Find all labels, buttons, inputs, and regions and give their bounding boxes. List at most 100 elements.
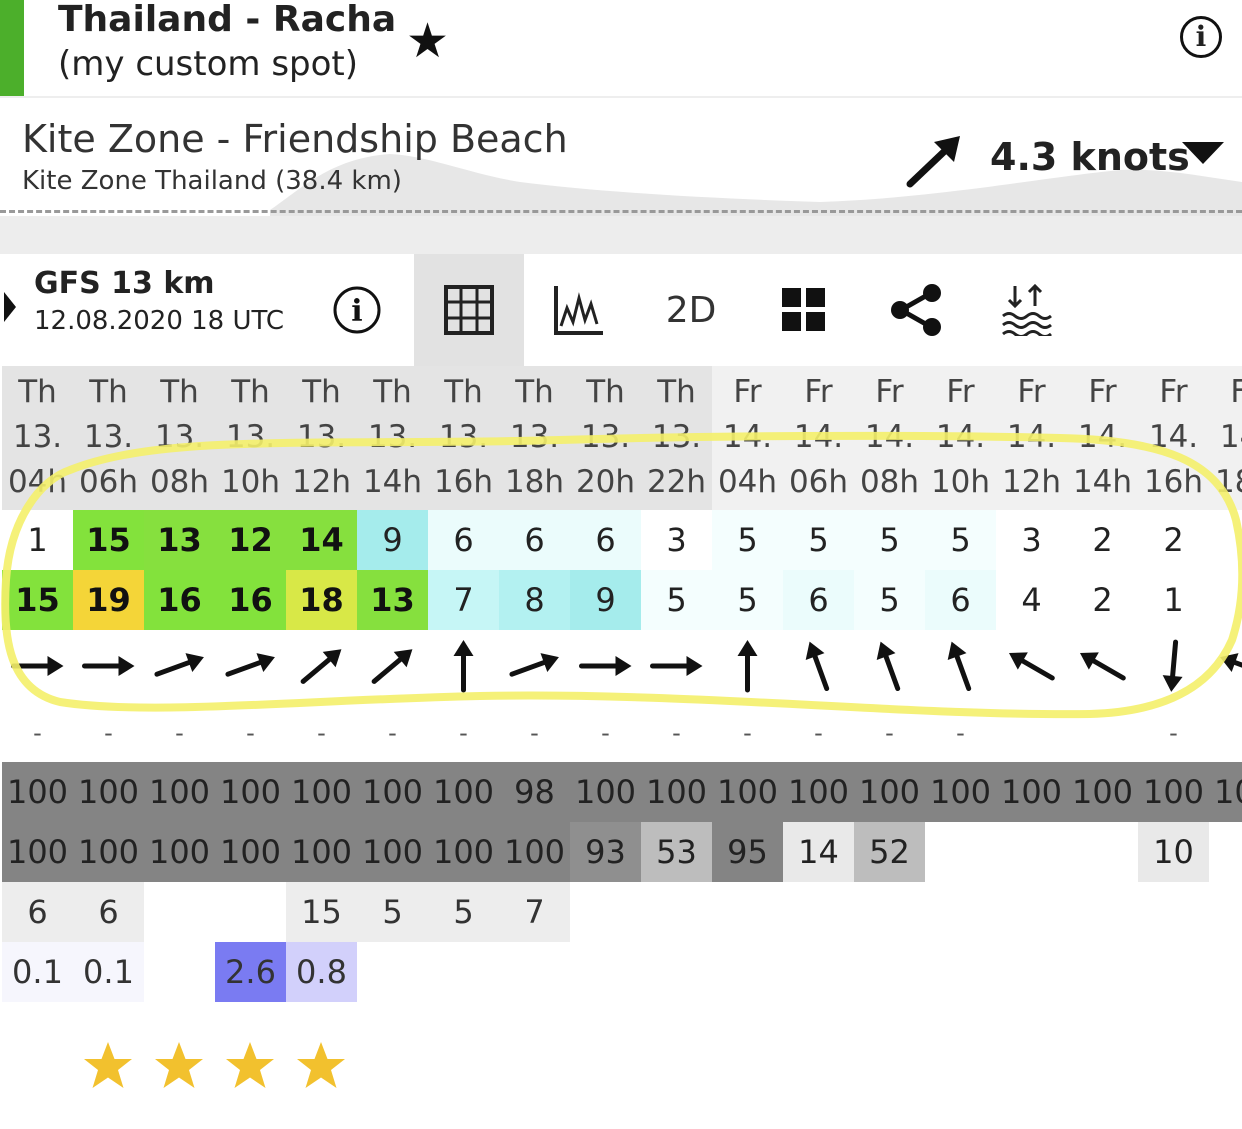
- time-header-hour: 18h: [1214, 464, 1242, 500]
- wind-direction-cell: [996, 630, 1067, 702]
- wind-gust-cell: 4: [996, 570, 1067, 630]
- time-header-date: 14.: [1006, 419, 1057, 455]
- cloud-cover-high-cell: 100: [783, 762, 854, 822]
- cloud-cover-high-cell: 100: [641, 762, 712, 822]
- time-header: Fr 14. 08h: [854, 366, 925, 510]
- wind-direction-cell: [1067, 630, 1138, 702]
- wind-arrow-icon: [1162, 639, 1183, 692]
- cloud-cover-low-cell: 100: [144, 822, 215, 882]
- svg-text:i: i: [351, 294, 362, 329]
- time-header: Fr 14. 18h: [1209, 366, 1242, 510]
- value-cell: [641, 882, 712, 942]
- precipitation-cell: [854, 942, 925, 1002]
- line-chart-icon: [554, 286, 603, 335]
- wind-gust-cell: 8: [499, 570, 570, 630]
- share-button[interactable]: [886, 254, 946, 366]
- time-header-date: 13.: [83, 419, 134, 455]
- time-header-date: 13.: [12, 419, 63, 455]
- cloud-cover-high-cell: 100: [712, 762, 783, 822]
- value-cell: 7: [499, 882, 570, 942]
- tides-button[interactable]: [996, 254, 1056, 366]
- header-accent-bar: [0, 0, 24, 96]
- cloud-cover-high-cell: 100: [2, 762, 73, 822]
- wind-arrow-icon: [82, 656, 135, 676]
- tiles-icon: [782, 288, 825, 331]
- favorite-star-icon[interactable]: ★: [406, 14, 449, 68]
- wind-direction-cell: [712, 630, 783, 702]
- cloud-cover-high-cell: 100: [428, 762, 499, 822]
- time-header-hour: 14h: [362, 464, 423, 500]
- spot-name: Kite Zone - Friendship Beach: [22, 117, 568, 161]
- wind-arrow-icon: [11, 656, 64, 676]
- model-name[interactable]: GFS 13 km: [34, 264, 215, 304]
- cloud-cover-low-cell: 100: [357, 822, 428, 882]
- time-header: Th 13. 08h: [144, 366, 215, 510]
- wind-speed-cell: 6: [428, 510, 499, 570]
- wind-direction-cell: [357, 630, 428, 702]
- star-icon: [297, 1042, 345, 1088]
- tiles-view-button[interactable]: [776, 254, 832, 366]
- graph-view-button[interactable]: [546, 254, 612, 366]
- forecast-table: Th 13. 04h 1 15-100 100 6 0.1 Th 13. 06h 15 19-100 10…: [0, 366, 1242, 1006]
- model-info-button[interactable]: i: [326, 254, 388, 366]
- time-header-day: Fr: [1230, 374, 1242, 410]
- star-icon: [84, 1042, 132, 1088]
- caret-right-icon[interactable]: [4, 292, 16, 322]
- chevron-down-icon[interactable]: [1182, 142, 1224, 164]
- wind-speed-cell: 5: [783, 510, 854, 570]
- wind-speed-cell: 5: [925, 510, 996, 570]
- wind-arrow-icon: [650, 656, 703, 676]
- page-subtitle: (my custom spot): [58, 44, 359, 84]
- time-header-day: Fr: [946, 374, 975, 410]
- time-header-hour: 12h: [291, 464, 352, 500]
- table-view-button[interactable]: [414, 254, 524, 366]
- wind-speed-cell: [1209, 510, 1242, 570]
- time-header-date: 14.: [1077, 419, 1128, 455]
- wind-arrow-icon: [225, 653, 275, 677]
- time-header-date: 14.: [722, 419, 773, 455]
- view-2d-label: 2D: [665, 289, 717, 331]
- wind-arrow-icon: [453, 640, 474, 693]
- time-header-hour: 16h: [433, 464, 494, 500]
- cloud-cover-high-cell: 100: [1209, 762, 1242, 822]
- cloud-cover-low-cell: 100: [73, 822, 144, 882]
- info-icon: i: [333, 286, 381, 334]
- time-header: Fr 14. 12h: [996, 366, 1067, 510]
- time-header-hour: 08h: [149, 464, 210, 500]
- wind-direction-cell: [215, 630, 286, 702]
- wind-gust-cell: 9: [570, 570, 641, 630]
- cloud-cover-low-cell: 52: [854, 822, 925, 882]
- info-icon[interactable]: i: [1180, 16, 1222, 58]
- time-header: Th 13. 10h: [215, 366, 286, 510]
- time-header: Fr 14. 06h: [783, 366, 854, 510]
- wind-direction-cell: [286, 630, 357, 702]
- star-icon: [155, 1042, 203, 1088]
- precipitation-cell: 0.1: [73, 942, 144, 1002]
- wind-direction-cell: [1138, 630, 1209, 702]
- placeholder-dash: -: [743, 719, 752, 747]
- time-header-hour: 06h: [78, 464, 139, 500]
- time-header-hour: 04h: [717, 464, 778, 500]
- placeholder-dash: [1209, 718, 1242, 748]
- wind-gust-cell: 16: [144, 570, 215, 630]
- wind-gust-cell: 15: [2, 570, 73, 630]
- cloud-cover-high-cell: 100: [357, 762, 428, 822]
- precipitation-cell: [357, 942, 428, 1002]
- time-header: Th 13. 18h: [499, 366, 570, 510]
- value-cell: [570, 882, 641, 942]
- time-header-day: Th: [160, 374, 199, 410]
- time-header-hour: 08h: [859, 464, 920, 500]
- time-header-hour: 16h: [1143, 464, 1204, 500]
- wind-gust-cell: 19: [73, 570, 144, 630]
- cloud-cover-low-cell: 14: [783, 822, 854, 882]
- model-run-date: 12.08.2020 18 UTC: [34, 306, 285, 336]
- cloud-cover-low-cell: [996, 822, 1067, 882]
- placeholder-dash: -: [459, 719, 468, 747]
- time-header-hour: 22h: [646, 464, 707, 500]
- wind-gust-cell: 5: [854, 570, 925, 630]
- time-header-date: 13.: [509, 419, 560, 455]
- view-2d-button[interactable]: 2D: [656, 254, 726, 366]
- wind-speed-cell: 6: [499, 510, 570, 570]
- time-header: Fr 14. 10h: [925, 366, 996, 510]
- station-panel[interactable]: Kite Zone - Friendship Beach Kite Zone T…: [0, 98, 1242, 216]
